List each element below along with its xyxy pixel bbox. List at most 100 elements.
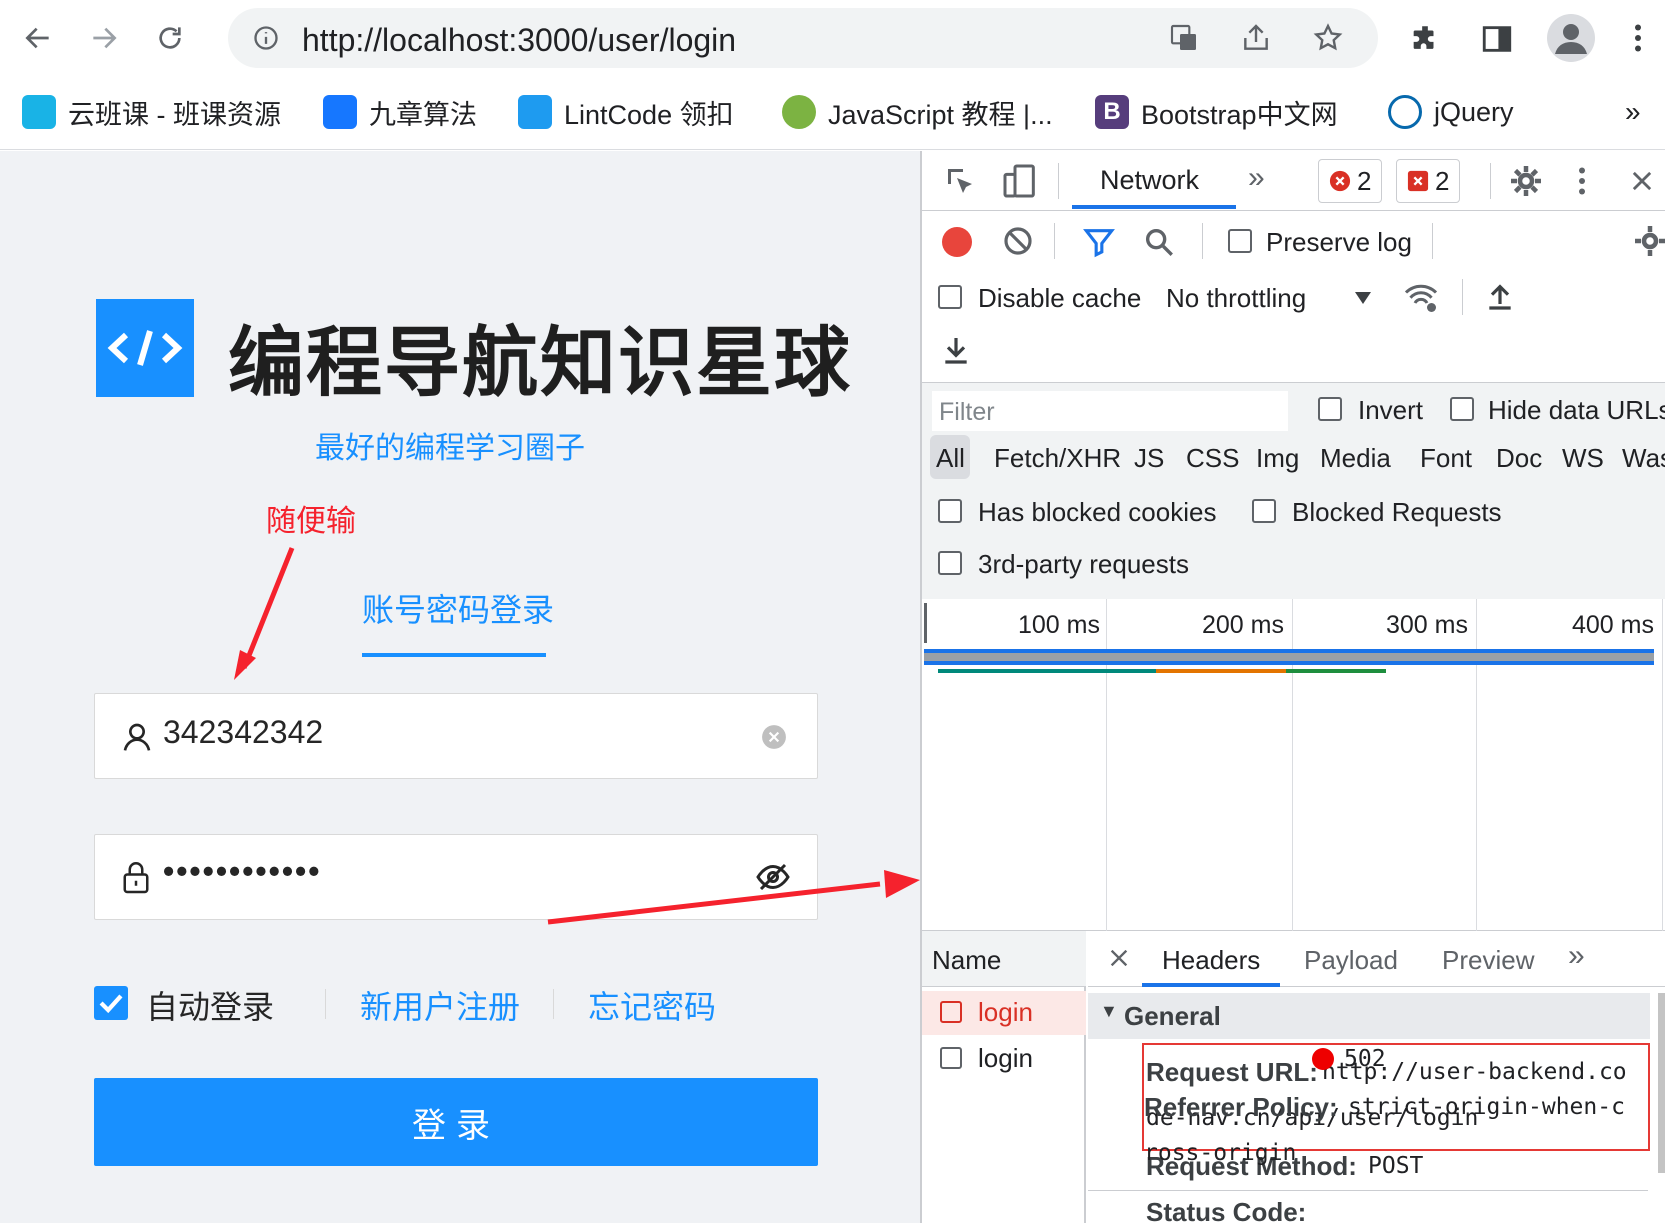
forward-button[interactable]	[82, 16, 126, 60]
filter-input[interactable]: Filter	[932, 391, 1288, 431]
export-har-icon[interactable]	[940, 333, 972, 367]
network-settings-icon[interactable]	[1632, 223, 1665, 259]
blocked-requests-label: Blocked Requests	[1292, 497, 1502, 527]
blocked-requests-checkbox[interactable]	[1252, 499, 1276, 523]
site-info-icon[interactable]	[252, 24, 280, 52]
back-button[interactable]	[16, 16, 60, 60]
type-filter-js[interactable]: JS	[1134, 443, 1164, 474]
status-code-label: Status Code:	[1146, 1197, 1307, 1223]
bookmark-item[interactable]: 云班课 - 班课资源	[22, 90, 281, 134]
details-scrollbar[interactable]	[1658, 993, 1665, 1173]
forward-arrow-icon	[93, 27, 117, 49]
password-field[interactable]: ••••••••••••	[94, 834, 818, 920]
translate-icon[interactable]	[1168, 22, 1200, 54]
type-filter-media[interactable]: Media	[1320, 443, 1391, 474]
bookmark-item[interactable]: B Bootstrap中文网	[1095, 90, 1338, 134]
request-file-icon	[940, 1001, 962, 1023]
devtools-menu-icon[interactable]	[1570, 163, 1594, 199]
address-bar[interactable]: http://localhost:3000/user/login	[228, 8, 1378, 68]
close-devtools-icon[interactable]	[1628, 167, 1656, 195]
device-toolbar-icon[interactable]	[1000, 161, 1040, 201]
devtools-panel: Network » 2 2 Preserve log Disable cache…	[920, 151, 1665, 1223]
bookmark-item[interactable]: 九章算法	[323, 90, 477, 134]
tab-payload[interactable]: Payload	[1304, 945, 1398, 976]
request-bar	[1156, 669, 1286, 673]
search-icon[interactable]	[1142, 225, 1176, 259]
request-list: Name login login	[922, 931, 1086, 1223]
active-tab-indicator	[362, 653, 546, 657]
divider	[1462, 279, 1463, 315]
errors-badge[interactable]: 2	[1318, 159, 1383, 203]
request-row[interactable]: login	[922, 1037, 1086, 1081]
browser-menu-icon[interactable]	[1620, 20, 1656, 56]
type-filter-ws[interactable]: WS	[1562, 443, 1604, 474]
tab-headers[interactable]: Headers	[1162, 945, 1260, 976]
url-text[interactable]: http://localhost:3000/user/login	[302, 22, 736, 59]
import-har-icon[interactable]	[1484, 279, 1516, 313]
browser-toolbar: http://localhost:3000/user/login	[0, 0, 1665, 76]
errors-count: 2	[1357, 165, 1372, 196]
divider	[553, 989, 554, 1019]
filter-placeholder: Filter	[939, 398, 995, 426]
bookmark-item[interactable]: jQuery	[1388, 90, 1514, 134]
filter-funnel-icon[interactable]	[1082, 225, 1116, 259]
type-filter-doc[interactable]: Doc	[1496, 443, 1542, 474]
side-panel-icon[interactable]	[1480, 22, 1514, 56]
bookmark-item[interactable]: JavaScript 教程 |...	[782, 90, 1053, 134]
dropdown-caret-icon[interactable]	[1354, 291, 1372, 305]
forgot-password-link[interactable]: 忘记密码	[588, 982, 716, 1028]
check-icon	[99, 994, 123, 1014]
hide-data-urls-checkbox[interactable]	[1450, 397, 1474, 421]
clear-icon[interactable]	[761, 724, 787, 750]
referrer-policy-value-line2: ross-origin	[1144, 1140, 1297, 1166]
disable-cache-checkbox[interactable]	[938, 285, 962, 309]
type-filter-font[interactable]: Font	[1420, 443, 1472, 474]
blocked-cookies-checkbox[interactable]	[938, 499, 962, 523]
profile-avatar[interactable]	[1547, 14, 1595, 62]
issue-icon	[1407, 170, 1429, 192]
close-details-icon[interactable]	[1108, 947, 1130, 969]
tab-network[interactable]: Network	[1100, 165, 1199, 196]
general-section-header[interactable]: ▼ General	[1088, 993, 1650, 1039]
type-filter-img[interactable]: Img	[1256, 443, 1299, 474]
eye-invisible-icon[interactable]	[753, 859, 793, 895]
issues-badge[interactable]: 2	[1396, 159, 1461, 203]
name-column-header[interactable]: Name	[922, 931, 1086, 987]
username-field[interactable]: 342342342	[94, 693, 818, 779]
register-link[interactable]: 新用户注册	[360, 982, 520, 1028]
third-party-checkbox[interactable]	[938, 551, 962, 575]
type-filter-fetch-xhr[interactable]: Fetch/XHR	[994, 443, 1121, 474]
record-button[interactable]	[942, 227, 972, 257]
tab-account-password[interactable]: 账号密码登录	[362, 585, 554, 631]
network-conditions-icon[interactable]	[1402, 279, 1440, 315]
reload-button[interactable]	[148, 16, 192, 60]
throttling-select[interactable]: No throttling	[1166, 283, 1306, 314]
more-panels-button[interactable]: »	[1248, 161, 1265, 195]
inspect-element-icon[interactable]	[942, 163, 978, 199]
login-button[interactable]: 登录	[94, 1078, 818, 1166]
bookmark-star-icon[interactable]	[1312, 22, 1344, 54]
type-filter-all[interactable]: All	[936, 443, 965, 474]
lock-icon	[123, 862, 149, 894]
preserve-log-checkbox[interactable]	[1228, 229, 1252, 253]
invert-checkbox[interactable]	[1318, 397, 1342, 421]
request-url-label: Request URL:	[1146, 1057, 1318, 1087]
type-filter-wasm[interactable]: Was	[1622, 443, 1665, 474]
type-filter-css[interactable]: CSS	[1186, 443, 1239, 474]
more-bookmarks-button[interactable]: »	[1625, 90, 1641, 134]
more-tabs-button[interactable]: »	[1568, 939, 1585, 973]
auto-login-label[interactable]: 自动登录	[146, 982, 274, 1028]
tab-preview[interactable]: Preview	[1442, 945, 1534, 976]
request-row-failed[interactable]: login	[922, 991, 1086, 1035]
share-icon[interactable]	[1240, 22, 1272, 54]
status-code-value: 502	[1344, 1046, 1386, 1072]
bookmark-label: Bootstrap中文网	[1141, 99, 1338, 130]
auto-login-checkbox[interactable]	[94, 986, 128, 1020]
settings-gear-icon[interactable]	[1508, 163, 1544, 199]
clear-log-icon[interactable]	[1002, 225, 1034, 257]
bookmark-item[interactable]: LintCode 领扣	[518, 90, 734, 134]
request-name: login	[978, 997, 1033, 1027]
bookmark-label: jQuery	[1434, 96, 1514, 127]
password-value: ••••••••••••	[163, 853, 322, 889]
extensions-icon[interactable]	[1408, 22, 1442, 56]
